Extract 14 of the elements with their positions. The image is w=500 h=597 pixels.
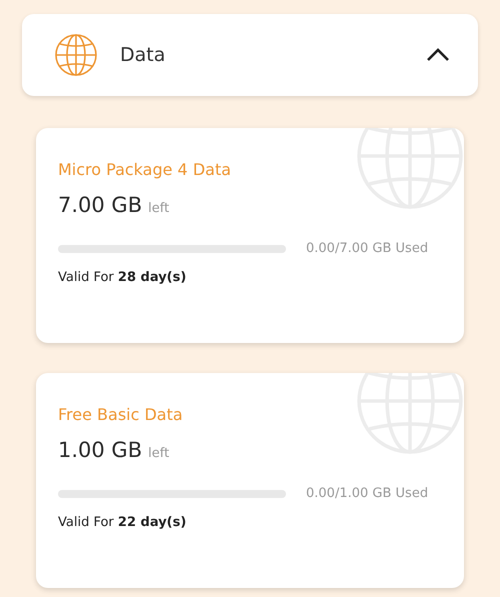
remaining-label: left [148, 446, 170, 461]
usage-text: 0.00/7.00 GB Used [306, 241, 428, 256]
remaining-label: left [148, 201, 170, 216]
validity-text: Valid For 22 day(s) [58, 515, 188, 530]
package-name: Micro Package 4 Data [58, 160, 232, 179]
chevron-icon [426, 48, 450, 62]
remaining-amount: 7.00 GB [58, 193, 142, 217]
package-name: Free Basic Data [58, 405, 184, 424]
remaining-amount: 1.00 GB [58, 438, 142, 462]
data-section-header[interactable]: Data [22, 14, 478, 96]
section-title: Data [120, 44, 166, 66]
globe-icon [54, 33, 98, 77]
validity-text: Valid For 28 day(s) [58, 270, 188, 285]
usage-text: 0.00/1.00 GB Used [306, 486, 428, 501]
